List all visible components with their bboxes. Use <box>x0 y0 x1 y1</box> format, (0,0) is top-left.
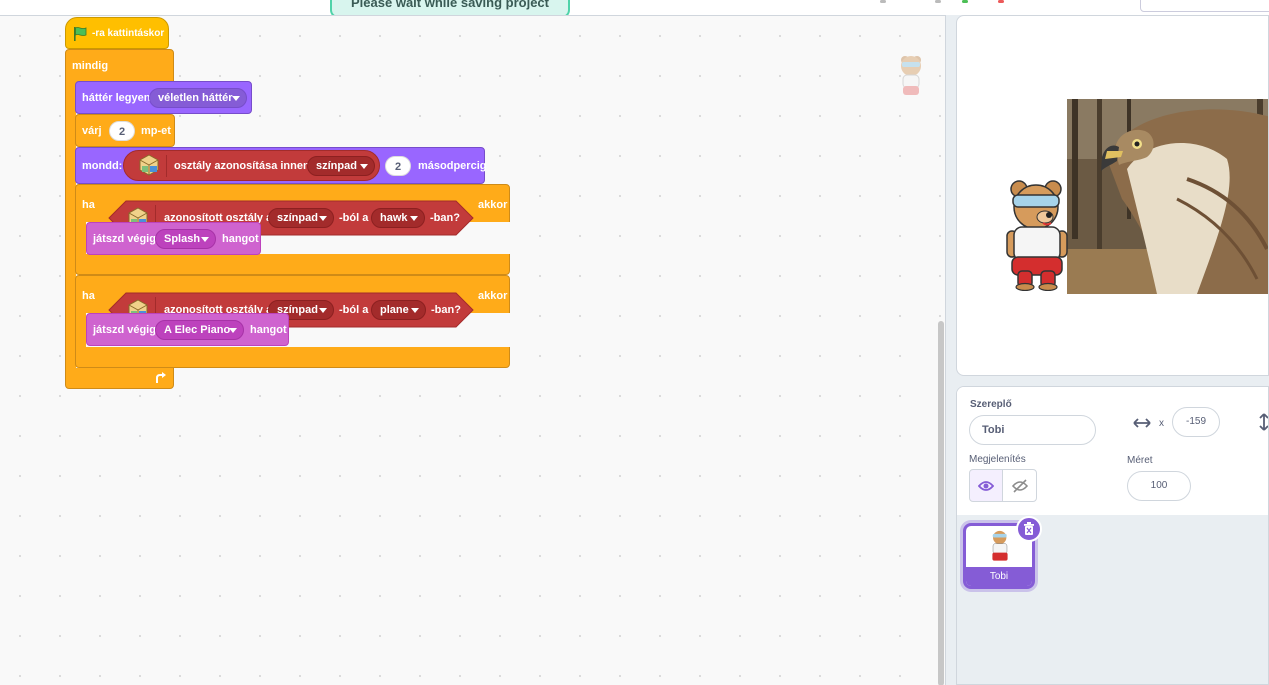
arrows-horizontal-icon <box>1133 418 1151 428</box>
condition-end-label: -ban? <box>430 212 460 224</box>
sound-dropdown[interactable]: Splash <box>155 229 216 249</box>
classify-reporter[interactable]: osztály azonosítása innen: színpad <box>123 150 380 181</box>
sprite-pane: Szereplő Tobi x -159 Megjelenítés Méret … <box>956 386 1269 685</box>
hide-button[interactable] <box>1002 469 1037 502</box>
chevron-down-icon <box>232 96 240 101</box>
sprite-label: Szereplő <box>970 399 1012 410</box>
chevron-down-icon <box>410 216 418 221</box>
forever-label: mindig <box>72 60 109 72</box>
if-label: ha <box>82 199 95 211</box>
toolbar-icon[interactable] <box>880 0 886 3</box>
size-label: Méret <box>1127 455 1153 466</box>
search-input[interactable] <box>1140 0 1269 12</box>
toolbar-icon[interactable] <box>935 0 941 3</box>
class-value-hawk: hawk <box>380 212 408 224</box>
sound-suffix-label: hangot <box>222 233 259 245</box>
play-sound-label: játszd végig <box>93 233 156 245</box>
sound-value: Splash <box>164 233 201 245</box>
sprite-info-panel: Szereplő Tobi x -159 Megjelenítés Méret … <box>957 387 1268 516</box>
sound-value: A Elec Piano <box>164 324 231 336</box>
show-label: Megjelenítés <box>969 454 1026 465</box>
eye-icon <box>978 481 994 491</box>
condition-source-value: színpad <box>277 212 318 224</box>
sprite-tray: Tobi <box>957 515 1268 684</box>
then-label: akkor <box>478 199 508 211</box>
play-sound-until-done-block[interactable]: játszd végig A Elec Piano hangot <box>86 313 289 346</box>
condition-mid-label: -ból a <box>339 304 369 316</box>
delete-sprite-button[interactable] <box>1016 516 1042 542</box>
sound-suffix-label: hangot <box>250 324 287 336</box>
say-for-secs-block[interactable]: mondd: osztály azonosítása innen: színpa… <box>75 147 487 184</box>
stage[interactable] <box>956 15 1269 376</box>
sprite-name-field[interactable]: Tobi <box>969 415 1096 445</box>
tobi-thumbnail-icon <box>992 530 1008 561</box>
x-position-field[interactable]: -159 <box>1172 407 1220 437</box>
sprite-watermark-icon <box>901 56 921 95</box>
trash-icon <box>1024 522 1034 535</box>
stop-icon[interactable] <box>998 0 1004 3</box>
say-seconds-input[interactable]: 2 <box>385 156 411 176</box>
sprite-thumbnail-name: Tobi <box>966 567 1032 586</box>
backdrop-dropdown-value: véletlen háttér <box>158 92 233 104</box>
green-flag-icon <box>74 27 87 41</box>
workspace-scrollbar[interactable] <box>938 321 944 685</box>
x-label: x <box>1159 418 1164 429</box>
switch-backdrop-label: háttér legyen <box>82 92 151 104</box>
code-workspace[interactable]: -ra kattintáskor mindig háttér legyen vé… <box>0 15 946 685</box>
then-label: akkor <box>478 290 508 302</box>
chevron-down-icon <box>360 164 368 169</box>
show-button[interactable] <box>969 469 1003 502</box>
chevron-down-icon <box>319 308 327 313</box>
sound-dropdown[interactable]: A Elec Piano <box>155 320 244 340</box>
classify-source-value: színpad <box>316 160 357 172</box>
tobi-sprite[interactable] <box>1001 179 1073 291</box>
hawk-backdrop <box>1067 99 1268 294</box>
say-unit-label: másodpercig <box>418 160 487 172</box>
chevron-down-icon <box>229 328 237 333</box>
class-value-plane: plane <box>380 304 409 316</box>
wait-seconds-input[interactable]: 2 <box>109 121 135 141</box>
loop-arrow-icon <box>156 372 166 383</box>
wait-label: várj <box>82 125 102 137</box>
classify-source-dropdown[interactable]: színpad <box>307 156 375 176</box>
if-label: ha <box>82 290 95 302</box>
backdrop-dropdown[interactable]: véletlen háttér <box>149 88 247 108</box>
chevron-down-icon <box>319 216 327 221</box>
green-flag-icon[interactable] <box>962 0 968 3</box>
chevron-down-icon <box>411 308 419 313</box>
switch-backdrop-block[interactable]: háttér legyen véletlen háttér <box>75 81 252 114</box>
chevron-down-icon <box>201 237 209 242</box>
classify-label: osztály azonosítása innen: <box>174 160 314 172</box>
wait-unit-label: mp-et <box>141 125 171 137</box>
say-label: mondd: <box>82 160 123 172</box>
when-flag-clicked-block[interactable]: -ra kattintáskor <box>65 17 169 49</box>
class-dropdown-plane[interactable]: plane <box>371 300 426 320</box>
classify-divider <box>166 155 167 177</box>
size-field[interactable]: 100 <box>1127 471 1191 501</box>
condition-end-label: -ban? <box>431 304 461 316</box>
ml-extension-icon <box>139 154 159 176</box>
condition-mid-label: -ból a <box>339 212 369 224</box>
arrows-vertical-icon <box>1259 413 1268 431</box>
eye-slash-icon <box>1012 479 1028 493</box>
event-label: -ra kattintáskor <box>92 28 165 39</box>
condition-source-dropdown[interactable]: színpad <box>268 208 334 228</box>
wait-block[interactable]: várj 2 mp-et <box>75 114 175 147</box>
top-bar <box>0 0 1269 15</box>
play-sound-label: játszd végig <box>93 324 156 336</box>
class-dropdown-hawk[interactable]: hawk <box>371 208 425 228</box>
play-sound-until-done-block[interactable]: játszd végig Splash hangot <box>86 222 261 255</box>
